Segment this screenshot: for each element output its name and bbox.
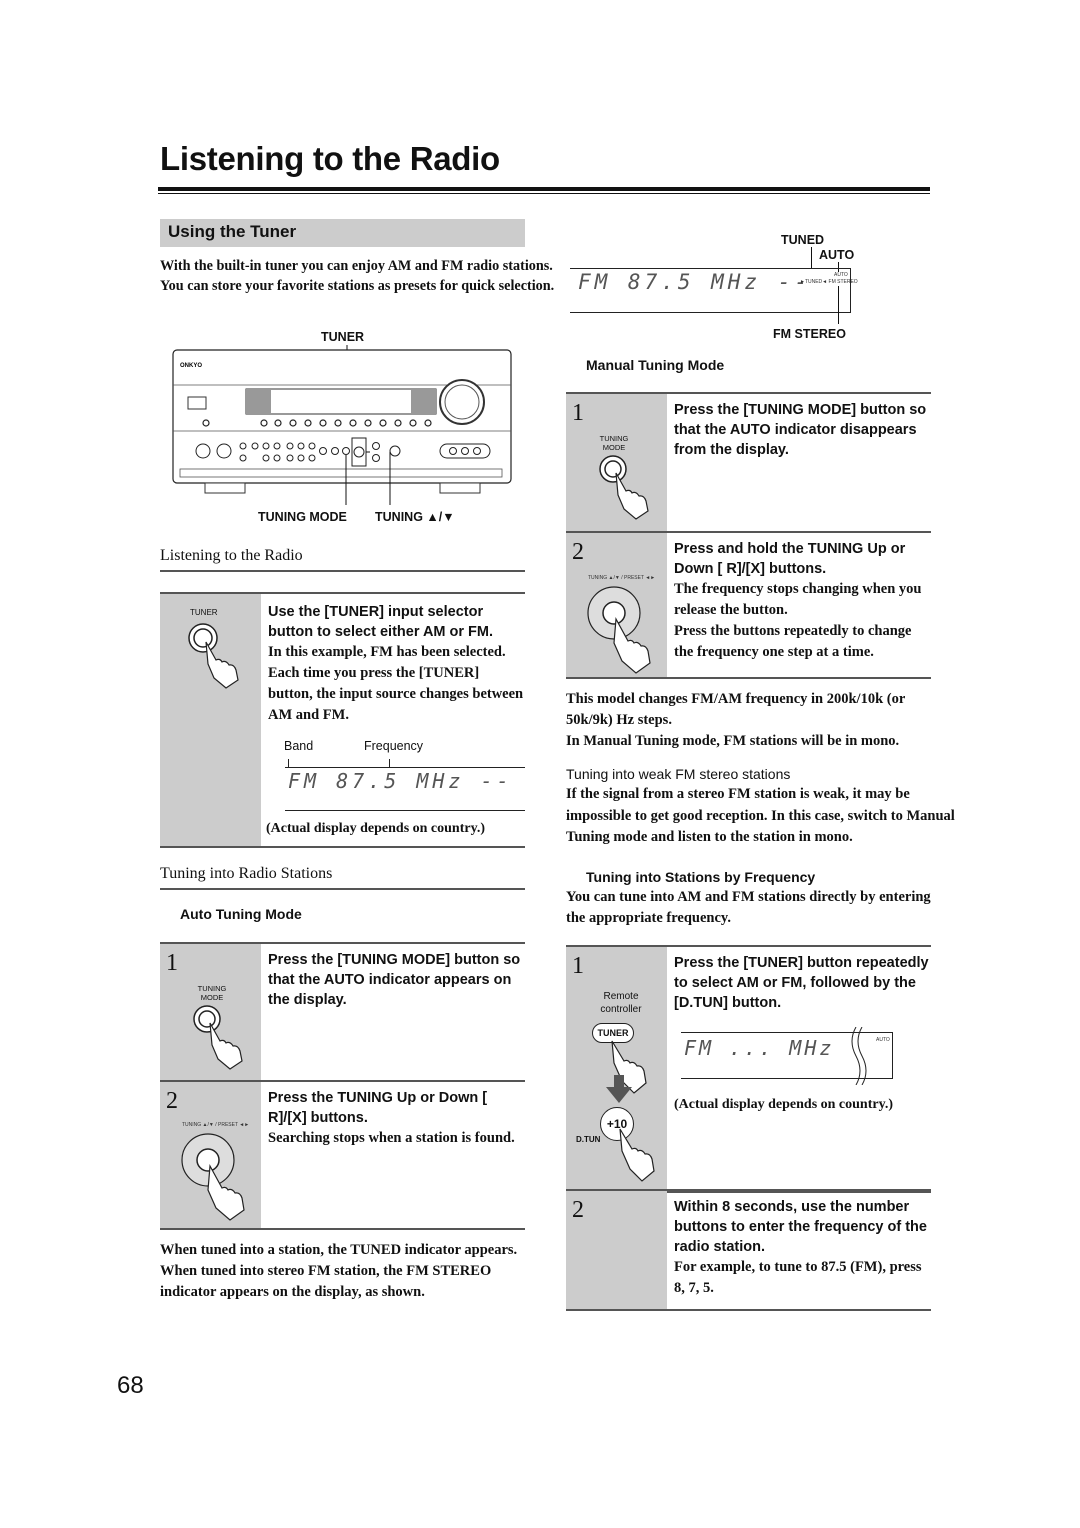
- hand-press-button-icon: [188, 623, 239, 689]
- by-frequency-heading: Tuning into Stations by Frequency: [586, 869, 816, 885]
- display-bottom-line: [285, 810, 525, 811]
- auto-indicator: AUTO: [876, 1037, 890, 1043]
- hand-press-button-icon: [193, 1005, 243, 1070]
- manual-tuning-heading: Manual Tuning Mode: [586, 357, 725, 373]
- step-number: 1: [166, 950, 178, 976]
- lcd-display: FM 87.5 MHz --: [288, 769, 513, 793]
- manual-step-1: 1 TUNING MODE Press the [TUNING MODE] bu…: [566, 392, 931, 533]
- divider: [160, 888, 525, 890]
- svg-text:ONKYO: ONKYO: [180, 363, 202, 369]
- weak-stereo-text: If the signal from a stereo FM station i…: [566, 786, 955, 845]
- step-detail: Press the buttons repeatedly to change t…: [674, 623, 912, 660]
- step-detail: The frequency stops changing when you re…: [674, 581, 922, 618]
- by-frequency-intro: You can tune into AM and FM stations dir…: [566, 889, 931, 926]
- auto-step-2: 2 TUNING ▲/▼ / PRESET ◄► Press the TUNIN…: [160, 1080, 525, 1230]
- display-break-icon: [851, 1027, 867, 1085]
- tuning-preset-label: TUNING ▲/▼ / PRESET ◄►: [588, 575, 656, 581]
- display-right-line: [892, 1032, 893, 1079]
- step-icon-panel: 1 TUNING MODE: [160, 944, 261, 1080]
- callout-fm-stereo: FM STEREO: [773, 327, 846, 341]
- step-icon-panel: 2: [566, 1191, 667, 1309]
- step-number: 1: [572, 400, 584, 426]
- display-note: (Actual display depends on country.): [266, 821, 485, 836]
- step-instruction: Press the [TUNING MODE] button so that t…: [268, 952, 521, 1008]
- step-icon-panel: 1 Remote controller TUNER +10 D.TUN: [566, 947, 667, 1191]
- step-number: 2: [572, 539, 584, 565]
- callout-auto: AUTO: [819, 248, 855, 262]
- step-detail: For example, to tune to 87.5 (FM), press…: [674, 1259, 922, 1296]
- receiver-front-panel-illustration: ONKYO: [172, 345, 512, 505]
- section-title: Using the Tuner: [168, 222, 297, 241]
- step-icon-panel: 2 TUNING ▲/▼ / PRESET ◄►: [160, 1082, 261, 1228]
- display-top-line: [570, 268, 850, 269]
- lcd-display: FM 87.5 MHz --: [578, 270, 812, 294]
- frequency-step-2: 2 Within 8 seconds, use the number butto…: [566, 1189, 931, 1311]
- step-icon-panel: 2 TUNING ▲/▼ / PRESET ◄►: [566, 533, 667, 677]
- step-instruction: Within 8 seconds, use the number buttons…: [674, 1199, 927, 1255]
- section-header: Using the Tuner: [160, 219, 525, 247]
- hand-press-button-icon: [599, 455, 649, 520]
- step-instruction: Use the [TUNER] input selector button to…: [268, 604, 494, 640]
- callout-line: [811, 247, 812, 269]
- page-title: Listening to the Radio: [160, 140, 500, 177]
- tuned-indicator-note: When tuned into a station, the TUNED ind…: [160, 1242, 518, 1300]
- subsection-heading-listening: Listening to the Radio: [160, 547, 303, 564]
- title-rule-thin: [158, 193, 930, 194]
- step-number: 1: [572, 953, 584, 979]
- callout-line: [838, 262, 839, 272]
- frequency-step-1: 1 Remote controller TUNER +10 D.TUN Pres…: [566, 945, 931, 1193]
- section-intro: With the built-in tuner you can enjoy AM…: [160, 258, 555, 294]
- step-icon-panel: TUNER: [160, 594, 261, 846]
- tuning-preset-label: TUNING ▲/▼ / PRESET ◄►: [182, 1122, 250, 1128]
- step-number: 2: [166, 1088, 178, 1114]
- display-right-line: [850, 268, 851, 313]
- band-tick: [288, 759, 289, 768]
- mono-note: In Manual Tuning mode, FM stations will …: [566, 733, 900, 749]
- page-number: 68: [117, 1372, 144, 1399]
- step-instruction: Press the TUNING Up or Down [ R]/[X] but…: [268, 1090, 488, 1126]
- callout-line: [838, 286, 839, 324]
- step-icon-panel: 1 TUNING MODE: [566, 394, 667, 531]
- subsection-heading-tuning: Tuning into Radio Stations: [160, 865, 333, 882]
- step-instruction: Press the [TUNING MODE] button so that t…: [674, 402, 927, 458]
- display-note: (Actual display depends on country.): [674, 1097, 893, 1112]
- tuning-mode-button-label: TUNING MODE: [599, 434, 629, 452]
- lcd-display-blinking: FM ... MHz: [684, 1036, 835, 1060]
- weak-stereo-heading: Tuning into weak FM stereo stations: [566, 766, 791, 782]
- display-bottom-line: [570, 312, 850, 313]
- arrow-down-icon: [606, 1075, 632, 1103]
- divider: [160, 570, 525, 572]
- display-top-line: [285, 767, 525, 768]
- step-instruction: Press the [TUNER] button repeatedly to s…: [674, 955, 929, 1011]
- step-detail: In this example, FM has been selected.: [268, 644, 506, 660]
- callout-tuner: TUNER: [321, 330, 365, 344]
- hand-press-icon: [619, 1128, 655, 1182]
- tuned-fm-stereo-indicator: ►TUNED◄ FM STEREO: [800, 279, 858, 285]
- dtun-label: D.TUN: [576, 1135, 601, 1144]
- tuning-pad-hand-icon: [587, 586, 651, 674]
- step-number: 2: [572, 1197, 584, 1223]
- auto-tuning-heading: Auto Tuning Mode: [180, 906, 302, 922]
- band-label: Band: [284, 739, 314, 753]
- callout-tuning-mode: TUNING MODE: [258, 510, 347, 524]
- tuning-pad-hand-icon: [181, 1133, 245, 1221]
- tuning-mode-button-label: TUNING MODE: [197, 984, 227, 1002]
- frequency-step-note: This model changes FM/AM frequency in 20…: [566, 691, 906, 728]
- step-select-band: TUNER Use the [TUNER] input selector but…: [160, 592, 525, 848]
- manual-step-2: 2 TUNING ▲/▼ / PRESET ◄► Press and hold …: [566, 531, 931, 679]
- title-rule-thick: [158, 187, 930, 191]
- callout-tuning-up-down: TUNING ▲/▼: [375, 510, 455, 524]
- step-detail: Searching stops when a station is found.: [268, 1130, 515, 1146]
- step-detail: Each time you press the [TUNER] button, …: [268, 665, 524, 723]
- frequency-tick: [389, 759, 390, 768]
- remote-controller-label: Remote controller: [600, 991, 642, 1015]
- step-instruction: Press and hold the TUNING Up or Down [ R…: [674, 541, 906, 577]
- tuner-button-label: TUNER: [190, 608, 218, 617]
- callout-tuned: TUNED: [781, 233, 825, 247]
- auto-indicator: AUTO: [834, 272, 848, 278]
- frequency-label: Frequency: [364, 739, 424, 753]
- auto-step-1: 1 TUNING MODE Press the [TUNING MODE] bu…: [160, 942, 525, 1082]
